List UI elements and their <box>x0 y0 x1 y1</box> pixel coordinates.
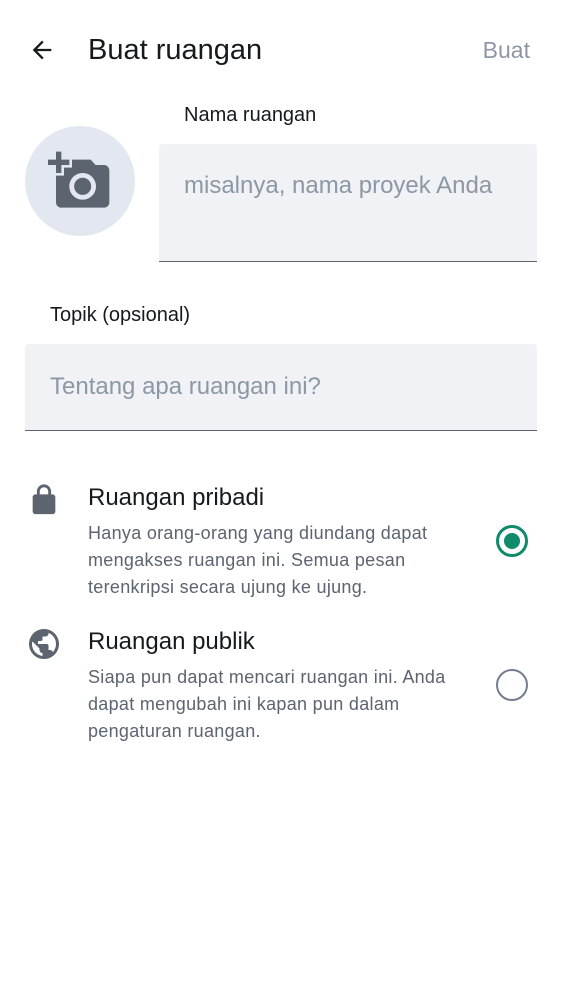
room-name-input[interactable]: misalnya, nama proyek Anda <box>159 144 537 262</box>
globe-icon <box>26 626 62 662</box>
private-room-option[interactable]: Ruangan pribadi Hanya orang-orang yang d… <box>0 480 562 610</box>
private-room-title: Ruangan pribadi <box>88 484 265 511</box>
public-room-title: Ruangan publik <box>88 628 255 655</box>
page-title: Buat ruangan <box>88 34 263 66</box>
room-avatar-picker[interactable] <box>25 126 135 236</box>
topic-input[interactable]: Tentang apa ruangan ini? <box>25 344 537 431</box>
create-button[interactable]: Buat <box>483 32 530 68</box>
room-name-placeholder: misalnya, nama proyek Anda <box>184 172 493 199</box>
back-button[interactable] <box>20 28 64 72</box>
private-room-radio[interactable] <box>496 525 528 557</box>
public-room-description: Siapa pun dapat mencari ruangan ini. And… <box>88 667 446 741</box>
topic-placeholder: Tentang apa ruangan ini? <box>50 373 321 400</box>
public-room-radio[interactable] <box>496 669 528 701</box>
room-name-label: Nama ruangan <box>184 104 317 126</box>
topic-label: Topik (opsional) <box>50 304 191 326</box>
private-room-description: Hanya orang-orang yang diundang dapat me… <box>88 523 428 597</box>
arrow-back-icon <box>32 40 52 60</box>
public-room-option[interactable]: Ruangan publik Siapa pun dapat mencari r… <box>0 624 562 754</box>
add-photo-icon <box>48 151 110 208</box>
create-room-screen: Buat ruangan Buat Nama ruangan misalnya,… <box>0 0 562 1000</box>
lock-icon <box>26 482 62 518</box>
